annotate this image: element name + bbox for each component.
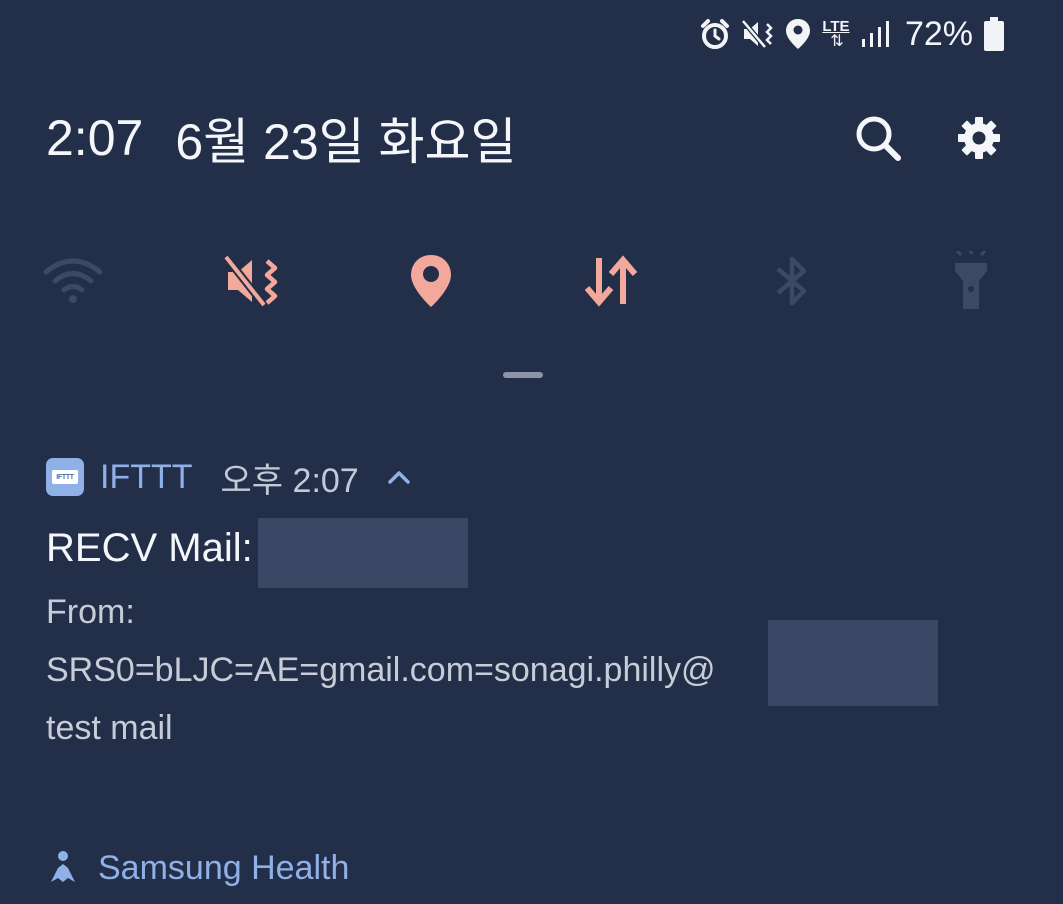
alarm-icon	[700, 19, 729, 49]
bluetooth-icon	[776, 256, 807, 306]
signal-icon	[861, 21, 889, 47]
flashlight-icon	[955, 251, 987, 309]
toggle-bluetooth[interactable]	[757, 246, 827, 316]
gear-icon	[958, 117, 1000, 159]
toggle-flashlight[interactable]	[936, 246, 1006, 316]
notification-body-line-subject: test mail	[46, 709, 173, 747]
notification-body-line-from: From:	[46, 593, 135, 631]
search-icon	[856, 116, 901, 161]
vibrate-icon	[222, 254, 278, 308]
notification-time: 오후 2:07	[220, 461, 359, 500]
notification-header[interactable]: IFTTT IFTTT 오후 2:07	[46, 452, 411, 502]
samsung-health-app-name: Samsung Health	[98, 848, 350, 887]
redacted-block	[768, 620, 938, 706]
wifi-icon	[43, 258, 103, 303]
location-icon	[785, 19, 810, 49]
panel-drag-handle[interactable]	[503, 372, 543, 378]
lte-icon: LTE ⇅	[821, 19, 851, 50]
mobile-data-icon	[584, 255, 638, 307]
toggle-mobile-data[interactable]	[576, 246, 646, 316]
notification-samsung-health[interactable]: Samsung Health	[46, 842, 349, 894]
clock-time: 2:07	[46, 110, 144, 166]
toggle-location[interactable]	[396, 246, 466, 316]
ifttt-app-icon: IFTTT	[46, 458, 84, 496]
settings-button[interactable]	[951, 110, 1007, 166]
toggle-vibrate[interactable]	[217, 246, 287, 316]
battery-icon	[984, 17, 1004, 51]
samsung-health-icon	[46, 848, 80, 888]
notification-title[interactable]: RECV Mail:	[46, 520, 253, 576]
search-button[interactable]	[850, 110, 906, 166]
network-type-label: LTE	[822, 17, 850, 35]
header-datetime: 2:07 6월 23일 화요일	[46, 108, 517, 170]
date-label: 6월 23일 화요일	[175, 114, 517, 170]
collapse-notification-button[interactable]	[387, 465, 411, 489]
notification-body-line-sender: SRS0=bLJC=AE=gmail.com=sonagi.philly@	[46, 651, 716, 689]
notification-app-name: IFTTT	[100, 457, 193, 496]
toggle-wifi[interactable]	[38, 246, 108, 316]
quick-settings-toggles	[0, 246, 1063, 316]
redacted-block	[258, 518, 468, 588]
vibrate-icon	[741, 19, 773, 49]
location-icon	[411, 255, 451, 307]
status-bar: LTE ⇅ 72%	[699, 12, 1005, 56]
chevron-up-icon	[387, 471, 410, 484]
ifttt-logo-text: IFTTT	[52, 470, 78, 484]
data-activity-arrows: ⇅	[830, 32, 843, 50]
battery-percent: 72%	[904, 14, 973, 53]
